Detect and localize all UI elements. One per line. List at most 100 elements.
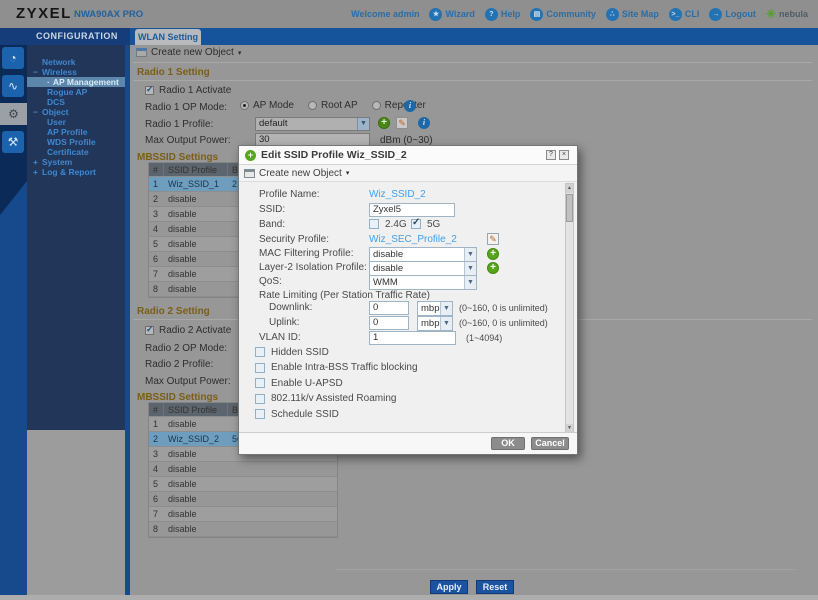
radio-button[interactable] [307,101,317,110]
info-icon[interactable]: i [404,100,416,112]
header-link-help[interactable]: ? Help [484,7,520,21]
sidebar-item-ap-management[interactable]: · AP Management [27,77,125,87]
expand-icon[interactable]: − [31,67,40,77]
edit-icon[interactable]: ✎ [487,233,499,245]
downlink-input[interactable]: 0 [369,301,409,315]
add-icon[interactable]: + [378,117,390,129]
expand-icon[interactable]: + [31,167,40,177]
dialog-create-new-object-button[interactable]: Create new Object ▾ [239,165,577,182]
cell-index: 4 [153,464,159,474]
radio1-activate-checkbox[interactable] [145,84,154,95]
dashboard-icon[interactable]: ◔ [2,47,24,69]
scroll-up-icon[interactable]: ▲ [566,184,573,193]
create-object-icon [244,168,255,178]
radio1-profile-select[interactable]: default ▼ [255,117,370,131]
expand-icon[interactable]: − [31,107,40,117]
sidebar-item-label: WDS Profile [47,137,96,147]
checkbox[interactable] [255,347,265,357]
qos-select[interactable]: WMM ▼ [369,275,477,290]
profile-name-link[interactable]: Wiz_SSID_2 [369,189,426,200]
sidebar-item-certificate[interactable]: Certificate [27,147,125,157]
ssid-label: SSID: [259,204,286,215]
table-row[interactable]: 5 disable [149,477,337,492]
band-5g-checkbox[interactable] [411,217,421,229]
table-row[interactable]: 6 disable [149,492,337,507]
vlan-id-input[interactable]: 1 [369,331,456,345]
radio1-profile-label: Radio 1 Profile: [145,119,214,130]
dialog-close-button[interactable]: × [559,150,569,160]
sidebar-item-user[interactable]: User [27,117,125,127]
ssid-input[interactable]: Zyxel5 [369,203,455,217]
dialog-option-802-11k-v-assisted-roaming[interactable]: 802.11k/v Assisted Roaming [255,393,557,405]
cell-band [228,462,337,476]
checkbox[interactable] [255,378,265,389]
sidebar-item-wds-profile[interactable]: WDS Profile [27,137,125,147]
radio-option-ap-mode[interactable]: AP Mode [240,100,294,111]
maintenance-icon[interactable]: ⚒ [2,131,24,153]
edit-icon[interactable]: ✎ [396,117,408,129]
dialog-titlebar: + Edit SSID Profile Wiz_SSID_2 ? × [239,146,577,165]
monitor-icon[interactable]: ∿ [2,75,24,97]
dialog-help-button[interactable]: ? [546,150,556,160]
sidebar-item-dcs[interactable]: DCS [27,97,125,107]
reset-button[interactable]: Reset [476,580,514,594]
uplink-unit-select[interactable]: mbps ▼ [417,316,453,331]
uplink-input[interactable]: 0 [369,316,409,330]
checkbox[interactable] [255,362,265,373]
sidebar-item-system[interactable]: + System [27,157,125,167]
info-icon[interactable]: i [418,117,430,129]
header-link-logout[interactable]: → Logout [709,7,756,21]
band-2g4-label: 2.4G [385,219,407,230]
security-profile-link[interactable]: Wiz_SEC_Profile_2 [369,234,457,245]
dialog-option-schedule-ssid[interactable]: Schedule SSID [255,408,557,420]
configuration-icon[interactable]: ⚙ [0,103,27,125]
sidebar-item-log-report[interactable]: + Log & Report [27,167,125,177]
checkbox[interactable] [255,409,265,420]
cell-band [228,492,337,506]
chevron-down-icon: ▼ [464,262,476,275]
downlink-unit-select[interactable]: mbps ▼ [417,301,453,316]
header-link-wizard[interactable]: ★ Wizard [429,7,475,21]
sidebar-item-rogue-ap[interactable]: Rogue AP [27,87,125,97]
radio2-activate-checkbox[interactable] [145,324,154,335]
scrollbar-thumb[interactable] [566,194,573,222]
uplink-label: Uplink: [269,317,300,328]
tab-wlan-setting[interactable]: WLAN Setting [135,29,201,45]
checkbox[interactable] [255,393,265,404]
header-link-cli[interactable]: >_ CLI [668,7,699,21]
cell-index: 7 [153,269,159,279]
chevron-down-icon: ▼ [357,118,369,130]
dialog-option-enable-u-apsd[interactable]: Enable U-APSD [255,377,557,389]
dialog-option-hidden-ssid[interactable]: Hidden SSID [255,346,557,358]
wizard-icon: ★ [429,7,443,21]
radio-option-root-ap[interactable]: Root AP [307,100,358,111]
dialog-option-enable-intra-bss-traffic-blocking[interactable]: Enable Intra-BSS Traffic blocking [255,362,557,374]
sidebar-item-network[interactable]: Network [27,57,125,67]
sidebar-item-label: AP Management [52,77,119,87]
sidebar-item-wireless[interactable]: − Wireless [27,67,125,77]
header-link-community[interactable]: ▤ Community [530,7,596,21]
add-icon[interactable]: + [487,262,499,274]
expand-icon[interactable]: + [31,157,40,167]
ok-button[interactable]: OK [491,437,525,450]
header-link-site-map[interactable]: ∴ Site Map [605,7,659,21]
add-icon[interactable]: + [487,248,499,260]
create-new-object-button[interactable]: Create new Object ▾ [136,47,241,58]
layer2-isolation-select[interactable]: disable ▼ [369,261,477,276]
apply-button[interactable]: Apply [430,580,468,594]
table-row[interactable]: 7 disable [149,507,337,522]
radio-button[interactable] [240,101,249,110]
mac-filtering-select[interactable]: disable ▼ [369,247,477,262]
radio-option-repeater[interactable]: Repeater [371,100,426,111]
security-profile-label: Security Profile: [259,234,330,245]
band-2g4-checkbox[interactable] [369,219,379,229]
nebula-link[interactable]: ✳ nebula [766,7,808,21]
dialog-scrollbar[interactable]: ▲ ▼ [565,183,574,434]
radio-button[interactable] [371,101,381,110]
cancel-button[interactable]: Cancel [531,437,569,450]
table-row[interactable]: 8 disable [149,522,337,537]
sidebar-item-ap-profile[interactable]: AP Profile [27,127,125,137]
divider [133,80,812,81]
sidebar-item-object[interactable]: − Object [27,107,125,117]
table-row[interactable]: 4 disable [149,462,337,477]
